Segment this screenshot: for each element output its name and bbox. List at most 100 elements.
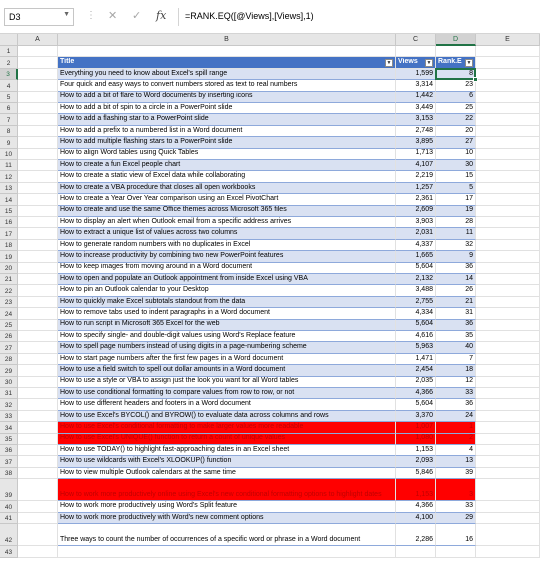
- table-cell-title[interactable]: How to pin an Outlook calendar to your D…: [58, 285, 396, 297]
- cell-a[interactable]: [18, 148, 58, 160]
- cell-a[interactable]: [18, 46, 58, 58]
- table-cell-views[interactable]: 2,286: [396, 524, 436, 547]
- cell-a[interactable]: [18, 182, 58, 195]
- cell-a[interactable]: [18, 296, 58, 309]
- table-cell-title[interactable]: How to quickly make Excel subtotals stan…: [58, 296, 396, 309]
- cell-a[interactable]: [18, 342, 58, 354]
- table-cell-rank[interactable]: 10: [436, 148, 476, 160]
- enter-icon[interactable]: ✓: [132, 9, 141, 22]
- formula-input[interactable]: =RANK.EQ([@Views],[Views],1): [178, 8, 536, 26]
- row-header[interactable]: 34: [0, 422, 18, 434]
- table-cell-views[interactable]: 2,132: [396, 274, 436, 286]
- cell-a[interactable]: [18, 365, 58, 377]
- table-cell-views[interactable]: 1,599: [396, 68, 436, 81]
- table-cell-title[interactable]: How to use a field switch to spell out d…: [58, 365, 396, 377]
- table-cell-views[interactable]: 3,314: [396, 80, 436, 92]
- table-cell-views[interactable]: 5,963: [396, 342, 436, 354]
- table-cell-rank[interactable]: 3: [436, 479, 476, 502]
- column-header-c[interactable]: C: [396, 34, 436, 46]
- row-header[interactable]: 32: [0, 399, 18, 411]
- select-all-corner[interactable]: [0, 34, 18, 46]
- table-cell-title[interactable]: Everything you need to know about Excel'…: [58, 68, 396, 81]
- row-header[interactable]: 27: [0, 342, 18, 354]
- table-cell-title[interactable]: How to start page numbers after the firs…: [58, 353, 396, 366]
- table-cell-title[interactable]: How to work more productively with Word'…: [58, 512, 396, 525]
- row-header[interactable]: 40: [0, 501, 18, 513]
- cell-e[interactable]: [476, 546, 540, 558]
- cell-a[interactable]: [18, 137, 58, 149]
- table-cell-views[interactable]: 2,748: [396, 125, 436, 138]
- cell-a[interactable]: [18, 445, 58, 457]
- table-cell-views[interactable]: 4,107: [396, 160, 436, 172]
- table-cell-rank[interactable]: 6: [436, 91, 476, 103]
- table-header-views[interactable]: Views ▼: [396, 57, 436, 69]
- table-cell-rank[interactable]: 36: [436, 399, 476, 411]
- table-cell-views[interactable]: 2,361: [396, 194, 436, 206]
- cell-c[interactable]: [396, 46, 436, 58]
- table-cell-views[interactable]: 4,616: [396, 331, 436, 343]
- table-cell-rank[interactable]: 12: [436, 376, 476, 388]
- cell-b[interactable]: [58, 546, 396, 558]
- table-cell-title[interactable]: How to add a flashing star to a PowerPoi…: [58, 114, 396, 126]
- column-header-a[interactable]: A: [18, 34, 58, 46]
- table-cell-title[interactable]: How to create a Year Over Year compariso…: [58, 194, 396, 206]
- table-cell-title[interactable]: How to create and use the same Office th…: [58, 205, 396, 217]
- cell-a[interactable]: [18, 501, 58, 513]
- cell-a[interactable]: [18, 422, 58, 434]
- cell-a[interactable]: [18, 524, 58, 547]
- filter-dropdown-icon[interactable]: ▼: [385, 58, 393, 67]
- cell-a[interactable]: [18, 205, 58, 217]
- row-header[interactable]: 24: [0, 308, 18, 320]
- table-cell-title[interactable]: How to use Excel's conditional formattin…: [58, 422, 396, 434]
- row-header[interactable]: 39: [0, 479, 18, 502]
- cell-b[interactable]: [58, 46, 396, 58]
- table-cell-rank[interactable]: 18: [436, 365, 476, 377]
- table-cell-views[interactable]: 4,337: [396, 239, 436, 252]
- table-cell-rank[interactable]: 26: [436, 285, 476, 297]
- table-cell-views[interactable]: 4,366: [396, 388, 436, 400]
- row-header[interactable]: 5: [0, 91, 18, 103]
- table-cell-title[interactable]: How to use Excel's UNIQUE() function to …: [58, 433, 396, 445]
- cell-e[interactable]: [476, 57, 540, 69]
- cell-e[interactable]: [476, 182, 540, 195]
- table-cell-rank[interactable]: 28: [436, 217, 476, 229]
- cell-a[interactable]: [18, 399, 58, 411]
- cell-c[interactable]: [396, 546, 436, 558]
- table-cell-title[interactable]: How to view multiple Outlook calendars a…: [58, 467, 396, 480]
- row-header[interactable]: 26: [0, 331, 18, 343]
- table-cell-rank[interactable]: 35: [436, 331, 476, 343]
- cell-a[interactable]: [18, 57, 58, 69]
- cell-e[interactable]: [476, 137, 540, 149]
- row-header[interactable]: 37: [0, 456, 18, 468]
- table-cell-rank[interactable]: 5: [436, 182, 476, 195]
- cell-e[interactable]: [476, 512, 540, 525]
- cell-e[interactable]: [476, 262, 540, 274]
- table-header-rank[interactable]: Rank.EQ▼: [436, 57, 476, 69]
- table-cell-title[interactable]: How to spell page numbers instead of usi…: [58, 342, 396, 354]
- table-cell-rank[interactable]: 17: [436, 194, 476, 206]
- table-cell-rank[interactable]: 22: [436, 114, 476, 126]
- table-cell-title[interactable]: How to work more productively using Word…: [58, 501, 396, 513]
- table-cell-rank[interactable]: 14: [436, 274, 476, 286]
- cell-a[interactable]: [18, 512, 58, 525]
- row-header[interactable]: 21: [0, 274, 18, 286]
- table-cell-title[interactable]: How to increase productivity by combinin…: [58, 251, 396, 263]
- table-cell-views[interactable]: 2,219: [396, 171, 436, 183]
- cell-a[interactable]: [18, 171, 58, 183]
- row-header[interactable]: 28: [0, 353, 18, 366]
- filter-dropdown-icon[interactable]: ▼: [465, 58, 473, 67]
- row-header[interactable]: 38: [0, 467, 18, 480]
- cell-e[interactable]: [476, 319, 540, 331]
- row-header[interactable]: 9: [0, 137, 18, 149]
- row-header[interactable]: 4: [0, 80, 18, 92]
- cell-e[interactable]: [476, 479, 540, 502]
- table-cell-views[interactable]: 1,007: [396, 422, 436, 434]
- cell-e[interactable]: [476, 342, 540, 354]
- cell-a[interactable]: [18, 353, 58, 366]
- cell-e[interactable]: [476, 285, 540, 297]
- table-cell-title[interactable]: How to run script in Microsoft 365 Excel…: [58, 319, 396, 331]
- table-cell-rank[interactable]: 30: [436, 160, 476, 172]
- cell-a[interactable]: [18, 194, 58, 206]
- table-cell-title[interactable]: How to use different headers and footers…: [58, 399, 396, 411]
- table-cell-title[interactable]: How to add a bit of flare to Word docume…: [58, 91, 396, 103]
